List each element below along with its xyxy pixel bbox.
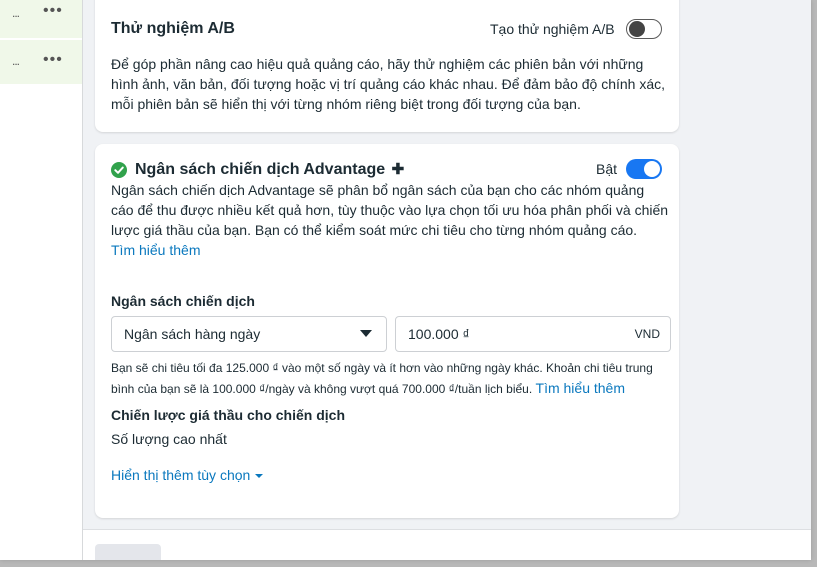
show-more-options-link[interactable]: Hiển thị thêm tùy chọn xyxy=(111,467,264,483)
toggle-knob xyxy=(629,21,645,37)
learn-more-link[interactable]: Tìm hiểu thêm xyxy=(111,242,200,258)
advantage-description-line: lược giá thầu của bạn. Bạn có thể kiểm s… xyxy=(111,222,638,238)
budget-note-line: Bạn sẽ chi tiêu tối đa 125.000 ₫ vào một… xyxy=(111,361,653,375)
advantage-budget-toggle[interactable] xyxy=(626,159,662,179)
more-options-icon[interactable]: ••• xyxy=(43,51,63,69)
budget-amount-input[interactable]: 100.000 ₫ VND xyxy=(395,316,671,352)
advantage-description-line: Ngân sách chiến dịch Advantage sẽ phân b… xyxy=(111,182,645,198)
advantage-budget-title-text: Ngân sách chiến dịch Advantage xyxy=(135,161,386,178)
ab-test-toggle[interactable] xyxy=(626,19,662,39)
sidebar-row[interactable]: ... ••• xyxy=(0,40,82,84)
more-options-icon[interactable]: ••• xyxy=(43,2,63,20)
sidebar-row-ellipsis: ... xyxy=(12,6,20,20)
ab-test-toggle-label: Tạo thử nghiệm A/B xyxy=(490,21,615,37)
ab-test-description-line: Để góp phần nâng cao hiệu quả quảng cáo,… xyxy=(111,56,644,72)
sidebar-row[interactable]: ... ••• xyxy=(0,0,82,38)
advantage-description: Ngân sách chiến dịch Advantage sẽ phân b… xyxy=(111,180,671,260)
currency-label: VND xyxy=(634,327,660,341)
budget-note: Bạn sẽ chi tiêu tối đa 125.000 ₫ vào một… xyxy=(111,358,676,399)
bottom-button[interactable] xyxy=(95,544,161,560)
campaign-settings-panel: Thử nghiệm A/B Tạo thử nghiệm A/B Để góp… xyxy=(83,0,811,560)
budget-amount-value: 100.000 ₫ xyxy=(408,326,470,342)
ads-manager-window: ... ••• ... ••• Thử nghiệm A/B Tạo thử n… xyxy=(0,0,811,560)
advantage-plus-icon: ✚ xyxy=(391,161,405,178)
ad-set-sidebar: ... ••• ... ••• xyxy=(0,0,82,560)
campaign-budget-label: Ngân sách chiến dịch xyxy=(111,293,255,309)
caret-down-icon xyxy=(255,474,264,478)
budget-type-select[interactable]: Ngân sách hàng ngày xyxy=(111,316,387,352)
advantage-description-line: cáo để thu được nhiều kết quả hơn, tùy t… xyxy=(111,202,669,218)
budget-type-value: Ngân sách hàng ngày xyxy=(124,326,261,342)
toggle-knob xyxy=(644,161,660,177)
ab-test-description-line: mỗi phiên bản sẽ hiển thị với từng nhóm … xyxy=(111,96,581,112)
ab-test-card: Thử nghiệm A/B Tạo thử nghiệm A/B Để góp… xyxy=(95,0,679,132)
budget-note-line: bình của bạn sẽ là 100.000 ₫/ngày và khô… xyxy=(111,382,533,396)
budget-learn-more-link[interactable]: Tìm hiểu thêm xyxy=(536,380,625,396)
bottom-action-bar xyxy=(83,529,811,560)
advantage-budget-card: Ngân sách chiến dịch Advantage ✚ Bật Ngâ… xyxy=(95,144,679,518)
caret-down-icon xyxy=(360,330,372,337)
advantage-budget-title: Ngân sách chiến dịch Advantage ✚ xyxy=(135,160,404,179)
ab-test-description-line: hình ảnh, văn bản, đối tượng hoặc vị trí… xyxy=(111,76,666,92)
ab-test-description: Để góp phần nâng cao hiệu quả quảng cáo,… xyxy=(111,54,671,114)
show-more-options-label: Hiển thị thêm tùy chọn xyxy=(111,467,251,483)
sidebar-row-ellipsis: ... xyxy=(12,54,20,68)
bid-strategy-value: Số lượng cao nhất xyxy=(111,431,227,447)
ab-test-title: Thử nghiệm A/B xyxy=(111,20,235,37)
checkmark-circle-icon xyxy=(111,162,127,178)
advantage-toggle-label: Bật xyxy=(596,161,618,177)
bid-strategy-label: Chiến lược giá thầu cho chiến dịch xyxy=(111,407,346,423)
